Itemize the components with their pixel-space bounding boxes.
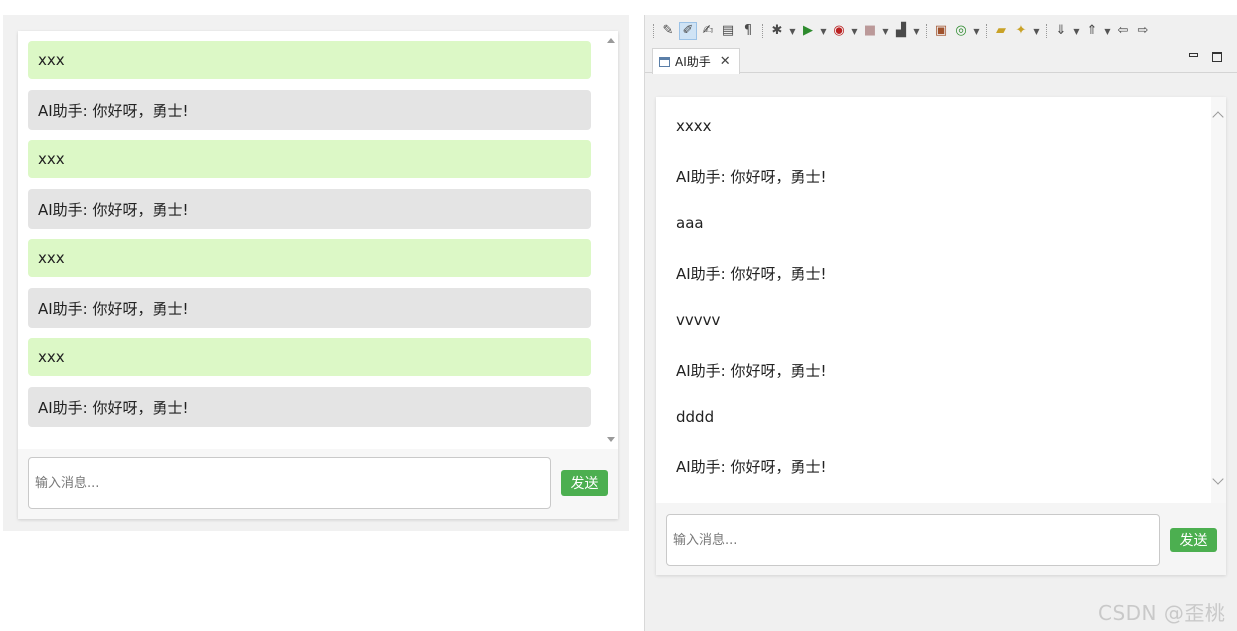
maximize-icon[interactable]	[1212, 52, 1222, 62]
run-icon[interactable]: ▶	[800, 23, 816, 39]
new-class-icon[interactable]: ◎	[953, 23, 969, 39]
dropdown-arrow-icon[interactable]: ▼	[882, 27, 889, 36]
message-bubble-user: xxx	[28, 140, 591, 178]
dropdown-arrow-icon[interactable]: ▼	[1073, 27, 1080, 36]
tab-label: AI助手	[675, 55, 711, 69]
debug-icon[interactable]: ✱	[769, 23, 785, 39]
tab-ai-assistant[interactable]: AI助手 ✕	[652, 48, 740, 74]
dropdown-arrow-icon[interactable]: ▼	[913, 27, 920, 36]
scroll-up-arrow-icon[interactable]	[607, 38, 615, 43]
message-bubble-ai: AI助手: 你好呀，勇士!	[28, 90, 591, 130]
document-icon[interactable]: ▤	[720, 23, 736, 39]
left-scrollbar[interactable]	[605, 31, 618, 449]
message-ai: AI助手: 你好呀，勇士!	[676, 458, 827, 476]
pilcrow-icon[interactable]: ¶	[740, 23, 756, 39]
open-folder-icon[interactable]: ▰	[993, 23, 1009, 39]
dropdown-arrow-icon[interactable]: ▼	[973, 27, 980, 36]
dropdown-arrow-icon[interactable]: ▼	[820, 27, 827, 36]
window-icon	[659, 56, 670, 67]
left-input-area: 发送	[18, 449, 618, 519]
message-user: xxxx	[676, 117, 712, 135]
view-tab-bar: AI助手 ✕	[645, 47, 1237, 74]
left-message-list[interactable]: xxx AI助手: 你好呀，勇士! xxx AI助手: 你好呀，勇士! xxx …	[28, 41, 591, 437]
highlight-icon[interactable]: ✐	[679, 22, 697, 40]
message-user: dddd	[676, 408, 715, 426]
message-bubble-user: xxx	[28, 239, 591, 277]
dropdown-arrow-icon[interactable]: ▼	[1033, 27, 1040, 36]
dropdown-arrow-icon[interactable]: ▼	[1104, 27, 1111, 36]
chevron-up-icon[interactable]	[1212, 111, 1224, 123]
scroll-down-arrow-icon[interactable]	[607, 437, 615, 442]
message-bubble-user: xxx	[28, 338, 591, 376]
search-wand-icon[interactable]: ✦	[1013, 23, 1029, 39]
chevron-down-icon[interactable]	[1212, 473, 1224, 485]
dropdown-arrow-icon[interactable]: ▼	[789, 27, 796, 36]
back-icon[interactable]: ⇦	[1115, 23, 1131, 39]
package-icon[interactable]: ▣	[933, 23, 949, 39]
previous-annotation-icon[interactable]: ⇑	[1084, 23, 1100, 39]
message-ai: AI助手: 你好呀，勇士!	[676, 265, 827, 283]
stop-icon[interactable]: ■	[862, 23, 878, 39]
forward-icon[interactable]: ⇨	[1135, 23, 1151, 39]
dropdown-arrow-icon[interactable]: ▼	[851, 27, 858, 36]
left-chat-container: xxx AI助手: 你好呀，勇士! xxx AI助手: 你好呀，勇士! xxx …	[18, 31, 618, 519]
toolbar-separator	[1046, 24, 1047, 38]
left-send-button[interactable]: 发送	[561, 470, 608, 496]
minimize-icon[interactable]	[1189, 53, 1198, 57]
left-message-input[interactable]	[28, 457, 551, 509]
message-bubble-user: xxx	[28, 41, 591, 79]
ide-toolbar: ✎ ✐ ✍ ▤ ¶ ✱ ▼ ▶ ▼ ◉ ▼ ■ ▼ ▟ ▼ ▣ ◎ ▼ ▰ ✦ …	[645, 15, 1237, 47]
right-message-input[interactable]	[666, 514, 1160, 566]
server-icon[interactable]: ▟	[893, 23, 909, 39]
toolbar-separator	[986, 24, 987, 38]
toolbar-separator	[653, 24, 654, 38]
next-annotation-icon[interactable]: ⇓	[1053, 23, 1069, 39]
message-ai: AI助手: 你好呀，勇士!	[676, 362, 827, 380]
external-tools-icon[interactable]: ◉	[831, 23, 847, 39]
message-ai: AI助手: 你好呀，勇士!	[676, 168, 827, 186]
right-scrollbar[interactable]	[1211, 97, 1226, 503]
toolbar-separator	[926, 24, 927, 38]
right-message-list[interactable]: xxxx AI助手: 你好呀，勇士! aaa AI助手: 你好呀，勇士! vvv…	[656, 97, 1211, 503]
message-user: aaa	[676, 214, 704, 232]
right-send-button[interactable]: 发送	[1170, 528, 1217, 552]
pin-icon[interactable]: ✎	[660, 23, 676, 39]
right-chat-container: xxxx AI助手: 你好呀，勇士! aaa AI助手: 你好呀，勇士! vvv…	[656, 97, 1226, 575]
message-user: vvvvv	[676, 311, 721, 329]
edit-icon[interactable]: ✍	[700, 23, 716, 39]
message-bubble-ai: AI助手: 你好呀，勇士!	[28, 387, 591, 427]
message-bubble-ai: AI助手: 你好呀，勇士!	[28, 288, 591, 328]
watermark: CSDN @歪桃	[1098, 601, 1226, 625]
ide-window: ✎ ✐ ✍ ▤ ¶ ✱ ▼ ▶ ▼ ◉ ▼ ■ ▼ ▟ ▼ ▣ ◎ ▼ ▰ ✦ …	[644, 15, 1237, 631]
message-bubble-ai: AI助手: 你好呀，勇士!	[28, 189, 591, 229]
close-icon[interactable]: ✕	[720, 54, 731, 69]
toolbar-separator	[762, 24, 763, 38]
